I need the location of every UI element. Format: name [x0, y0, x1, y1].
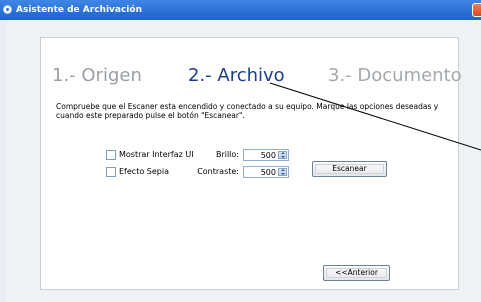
contraste-label: Contraste:	[197, 167, 239, 176]
brillo-label: Brillo:	[215, 150, 239, 159]
brillo-spin-arrows-icon[interactable]	[278, 151, 287, 159]
mostrar-interfaz-label: Mostrar Interfaz UI	[119, 150, 194, 159]
contraste-value: 500	[260, 168, 276, 177]
contraste-spin-arrows-icon[interactable]	[278, 168, 287, 176]
escanear-button[interactable]: Escanear	[312, 161, 387, 177]
anterior-button[interactable]: <<Anterior	[323, 265, 390, 281]
anterior-button-label: <<Anterior	[335, 268, 378, 277]
brillo-spinner[interactable]: 500	[243, 149, 289, 161]
contraste-spinner[interactable]: 500	[243, 166, 289, 178]
mostrar-interfaz-checkbox[interactable]	[106, 150, 116, 160]
escanear-button-label: Escanear	[332, 164, 367, 173]
annotation-line	[269, 82, 481, 151]
instructions-text: Compruebe que el Escaner esta encendido …	[56, 102, 439, 120]
brillo-value: 500	[260, 151, 276, 160]
efecto-sepia-checkbox[interactable]	[106, 167, 116, 177]
efecto-sepia-label: Efecto Sepia	[119, 167, 169, 176]
